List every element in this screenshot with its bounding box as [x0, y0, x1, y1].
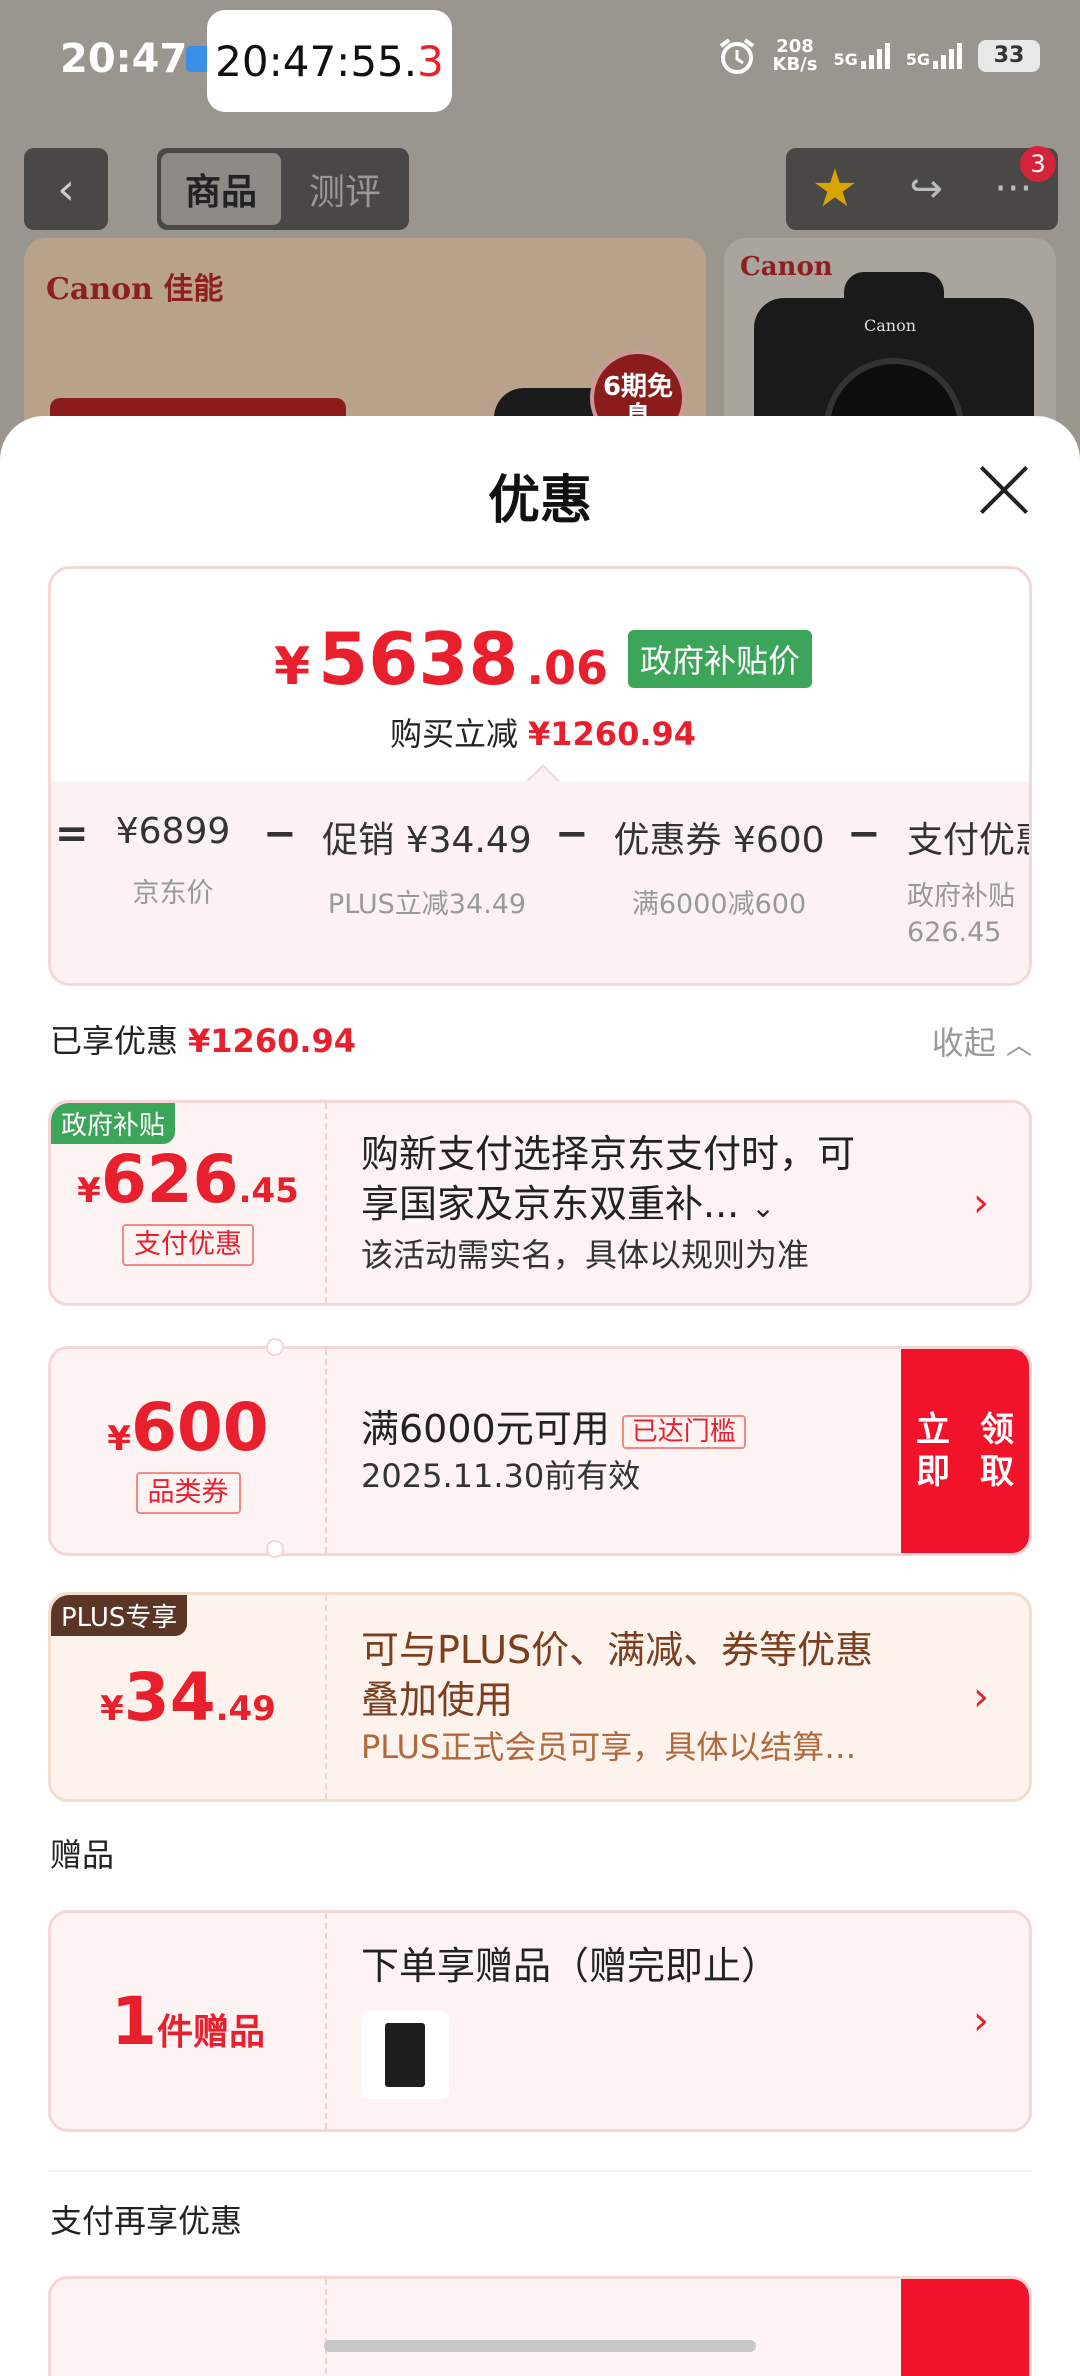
tab-review[interactable]: 测评	[285, 153, 405, 225]
plus-card[interactable]: PLUS专享 ¥34.49 可与PLUS价、满减、券等优惠 叠加使用 PLUS正…	[48, 1592, 1032, 1802]
status-icons: 208 KB/s 5G 5G 33	[717, 36, 1040, 76]
gov-line-2[interactable]: 享国家及京东双重补... ⌄	[361, 1179, 855, 1233]
gov-subsidy-amount: ¥626.45	[77, 1140, 299, 1218]
alarm-icon	[719, 38, 754, 74]
pay-offer-button[interactable]	[901, 2279, 1029, 2376]
breakdown-op: −	[263, 811, 297, 857]
price-summary: ¥5638.06 政府补贴价 购买立减 ¥1260.94 = ¥6899 京东价 …	[48, 566, 1032, 986]
favorite-star-icon[interactable]: ★	[812, 159, 859, 219]
canon-logo: Canon 佳能	[46, 272, 224, 307]
plus-line-2: 叠加使用	[361, 1678, 514, 1722]
chevron-left-icon: ‹	[57, 163, 75, 215]
signal-2-icon: 5G	[906, 43, 962, 69]
final-price: ¥5638.06 政府补贴价	[51, 617, 1029, 701]
pay-offer-card[interactable]	[48, 2276, 1032, 2376]
plus-line-1: 可与PLUS价、满减、券等优惠	[361, 1628, 874, 1672]
coupon-expiry: 2025.11.30前有效	[361, 1457, 641, 1495]
threshold-reached-badge: 已达门槛	[621, 1414, 746, 1449]
chevron-up-icon: ︿	[1005, 1031, 1032, 1061]
discount-sheet: 优惠 ¥5638.06 政府补贴价 购买立减 ¥1260.94 = ¥6899 京…	[0, 416, 1080, 2376]
pay-discount-tag: 支付优惠	[122, 1223, 254, 1266]
enjoyed-discount: 已享优惠 ¥1260.94	[50, 1022, 357, 1060]
chevron-right-icon: ›	[973, 1674, 989, 1720]
clock-main: 20:47:55.	[215, 36, 418, 86]
more-badge: 3	[1020, 146, 1056, 182]
status-bar: 20:47 20:47:55. 3 208 KB/s 5G 5G 33	[0, 0, 1080, 120]
close-icon[interactable]	[976, 462, 1032, 518]
page-tabs: 商品 测评	[157, 148, 409, 230]
gov-line-3: 该活动需实名，具体以规则为准	[361, 1236, 810, 1274]
breakdown-item: 优惠券 ¥600 满6000减600	[613, 820, 825, 920]
collapse-button[interactable]: 收起 ︿	[932, 1018, 1032, 1064]
coupon-card: ¥600 品类券 满6000元可用 已达门槛 2025.11.30前有效 立即 领取	[48, 1346, 1032, 1556]
plus-line-3: PLUS正式会员可享，具体以结算…	[361, 1728, 857, 1766]
network-speed: 208 KB/s	[772, 36, 818, 75]
floating-clock[interactable]: 20:47:55. 3	[207, 10, 452, 112]
gov-line-1: 购新支付选择京东支付时，可	[361, 1132, 856, 1176]
gov-subsidy-card[interactable]: 政府补贴 ¥626.45 支付优惠 购新支付选择京东支付时，可 享国家及京东双重…	[48, 1100, 1032, 1306]
clock-tenths: 3	[417, 36, 444, 86]
buy-reduction: 购买立减 ¥1260.94	[389, 715, 697, 753]
gift-card[interactable]: 1件赠品 下单享赠品（赠完即止） ›	[48, 1910, 1032, 2132]
category-coupon-tag: 品类券	[135, 1471, 241, 1514]
chevron-right-icon: ›	[973, 1180, 989, 1226]
claim-coupon-button[interactable]: 立即 领取	[901, 1349, 1029, 1553]
battery-icon: 33	[978, 40, 1040, 72]
breakdown-item: 支付优惠 政府补贴 626.45	[907, 820, 1029, 948]
coupon-hole-top	[266, 1338, 284, 1356]
top-actions: ★ ↪ ···	[786, 148, 1058, 230]
gift-count: 1件赠品	[111, 1982, 265, 2060]
signal-1-icon: 5G	[833, 43, 890, 69]
pay-section-label: 支付再享优惠	[50, 2202, 243, 2240]
breakdown-op: −	[555, 811, 589, 857]
breakdown-item: 促销 ¥34.49 PLUS立减34.49	[322, 820, 532, 920]
tab-product[interactable]: 商品	[161, 153, 281, 225]
status-time: 20:47	[60, 36, 188, 82]
price-breakdown: = ¥6899 京东价 − 促销 ¥34.49 PLUS立减34.49 − 优惠…	[51, 781, 1029, 983]
chevron-down-icon: ⌄	[751, 1191, 775, 1224]
gov-price-tag: 政府补贴价	[628, 630, 813, 688]
canon-logo-2: Canon	[740, 252, 833, 282]
home-indicator[interactable]	[324, 2340, 756, 2352]
gifts-section-label: 赠品	[50, 1836, 115, 1874]
breakdown-op: =	[55, 811, 89, 857]
coupon-amount: ¥600	[107, 1388, 269, 1466]
coupon-hole-bottom	[266, 1540, 284, 1558]
gift-image[interactable]	[361, 2011, 449, 2099]
share-icon[interactable]: ↪	[909, 166, 943, 212]
sheet-title: 优惠	[487, 471, 592, 531]
breakdown-item: ¥6899 京东价	[115, 811, 231, 909]
back-button[interactable]: ‹	[24, 148, 108, 230]
chevron-right-icon: ›	[973, 1998, 989, 2044]
plus-amount: ¥34.49	[100, 1658, 276, 1736]
breakdown-op: −	[847, 811, 881, 857]
gift-title: 下单享赠品（赠完即止）	[361, 1944, 780, 1988]
divider	[48, 2170, 1032, 2172]
coupon-condition: 满6000元可用 已达门槛	[361, 1404, 746, 1454]
